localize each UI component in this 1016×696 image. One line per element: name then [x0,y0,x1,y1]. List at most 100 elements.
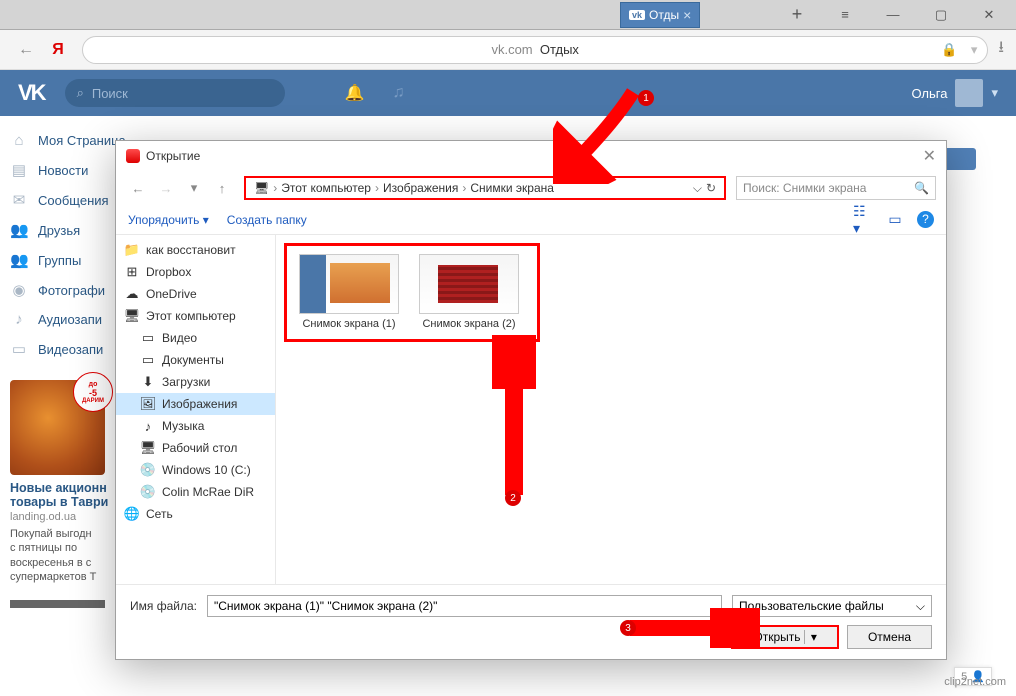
tree-item[interactable]: ♪ Музыка [116,415,275,437]
ad-placeholder [10,600,105,608]
dialog-bottom-bar: Имя файла: Пользовательские файлы ⌵ Откр… [116,584,946,659]
tree-item[interactable]: 🖼 Изображения [116,393,275,415]
browser-tab-bar: vk Отды × + ≡ — ▢ ✕ [0,0,1016,30]
browser-tab-active[interactable]: vk Отды × [620,2,700,28]
tree-item-label: Изображения [162,397,237,411]
tree-item-label: Музыка [162,419,204,433]
window-close-icon[interactable]: ✕ [974,0,1004,30]
tree-item[interactable]: ▭Видео [116,327,275,349]
nav-item-label: Сообщения [38,193,109,208]
file-thumbnail-icon [419,254,519,314]
pc-icon: 🖥 [254,181,269,195]
folder-tree: 📁как восстановит ⊞ Dropbox ☁OneDrive 🖥 Этот к… [116,235,276,584]
preview-pane-icon[interactable]: ▭ [885,211,905,229]
dialog-search-placeholder: Поиск: Снимки экрана [743,181,866,195]
tree-item[interactable]: ⬇ Загрузки [116,371,275,393]
tree-item[interactable]: 🌐Сеть [116,503,275,525]
nav-back-icon[interactable]: ← [12,36,40,64]
tree-item-label: Этот компьютер [146,309,236,323]
tree-item-label: Dropbox [146,265,191,279]
avatar [955,79,983,107]
file-list-area[interactable]: Снимок экрана (1) Снимок экрана (2) [276,235,946,584]
vk-search-input[interactable]: ⌕ Поиск [65,79,285,107]
tree-item-icon: 🖥 [124,308,140,324]
nav-item-label: Видеозапи [38,342,103,357]
watermark: clip2net.com [944,676,1006,688]
tree-item-icon: ⬇ [140,374,156,390]
dialog-search-input[interactable]: Поиск: Снимки экрана 🔍 [736,176,936,200]
tree-item[interactable]: 📁как восстановит [116,239,275,261]
tree-item-icon: ♪ [140,418,156,434]
tree-item-icon: ▭ [140,352,156,368]
window-maximize-icon[interactable]: ▢ [926,0,956,30]
nav-item-label: Аудиозапи [38,312,102,327]
nav-home-icon[interactable]: Я [44,36,72,64]
tree-item-icon: 🌐 [124,506,140,522]
tree-item[interactable]: 💿Windows 10 (C:) [116,459,275,481]
vk-logo-icon[interactable]: VK [18,80,45,106]
breadcrumb[interactable]: 🖥 › Этот компьютер › Изображения › Снимк… [244,176,726,200]
filename-input[interactable] [207,595,722,617]
tree-item[interactable]: 🖥 Этот компьютер [116,305,275,327]
file-item[interactable]: Снимок экрана (2) [415,254,523,331]
tree-item-label: Документы [162,353,224,367]
new-folder-button[interactable]: Создать папку [227,213,307,227]
filetype-dropdown[interactable]: Пользовательские файлы ⌵ [732,595,932,617]
nav-item-label: Новости [38,163,88,178]
refresh-icon[interactable]: ↻ [706,181,716,196]
dialog-toolbar: Упорядочить ▾ Создать папку ☷ ▾ ▭ ? [116,205,946,235]
file-item[interactable]: Снимок экрана (1) [295,254,403,331]
view-mode-icon[interactable]: ☷ ▾ [853,211,873,229]
nav-item-icon: ⌂ [10,132,28,149]
window-minimize-icon[interactable]: — [878,0,908,30]
cancel-button[interactable]: Отмена [847,625,932,649]
open-button[interactable]: Открыть ▾ [731,625,839,649]
vk-user-menu[interactable]: Ольга ▾ [911,79,998,107]
dialog-nav-row: ← → ▾ ↑ 🖥 › Этот компьютер › Изображения… [116,171,946,205]
organize-dropdown[interactable]: Упорядочить ▾ [128,213,209,227]
open-split-icon: ▾ [804,630,817,644]
nav-item-icon: ◉ [10,281,28,299]
tab-title-text: Отды [649,8,679,22]
file-label: Снимок экрана (1) [302,318,395,331]
tab-close-icon[interactable]: × [683,7,691,23]
tree-item-label: Рабочий стол [162,441,237,455]
breadcrumb-item[interactable]: Изображения [383,181,458,195]
chevron-down-icon: ⌵ [916,599,925,614]
dialog-recent-icon[interactable]: ▾ [182,176,206,200]
help-icon[interactable]: ? [917,211,934,228]
file-thumbnails-highlight: Снимок экрана (1) Снимок экрана (2) [284,243,540,342]
tree-item[interactable]: ☁OneDrive [116,283,275,305]
nav-item-icon: ▤ [10,161,28,179]
breadcrumb-item[interactable]: Этот компьютер [281,181,371,195]
dialog-back-icon[interactable]: ← [126,176,150,200]
nav-item-label: Моя Страница [38,133,126,148]
dialog-up-icon[interactable]: ↑ [210,176,234,200]
tree-item-icon: 🖥 [140,440,156,456]
music-icon[interactable]: ♫ [392,84,404,102]
search-icon: 🔍 [914,181,929,195]
address-dropdown-icon[interactable]: ▾ [971,42,978,58]
dialog-titlebar: Открытие ✕ [116,141,946,171]
tree-item-label: Windows 10 (C:) [162,463,251,477]
tree-item[interactable]: 🖥 Рабочий стол [116,437,275,459]
tree-item-icon: ⊞ [124,264,140,280]
nav-item-icon: 👥 [10,221,28,239]
tab-vk-badge: vk [629,10,645,20]
ad-image: до -5 ДАРИМ [10,380,105,475]
address-bar[interactable]: vk.com Отдых 🔒 ▾ [82,36,988,64]
chevron-down-icon: ▾ [991,85,998,101]
new-tab-button[interactable]: + [782,4,812,25]
bell-icon[interactable]: 🔔 [345,83,365,103]
breadcrumb-dropdown-icon[interactable]: ⌵ [693,181,702,196]
tree-item[interactable]: 💿Colin McRae DiR [116,481,275,503]
breadcrumb-item[interactable]: Снимки экрана [470,181,554,195]
tree-item[interactable]: ⊞ Dropbox [116,261,275,283]
tree-item[interactable]: ▭ Документы [116,349,275,371]
address-title: Отдых [540,42,579,57]
download-icon[interactable]: ⭳ [998,36,1004,63]
tree-item-icon: 🖼 [140,396,156,412]
tree-item-label: Загрузки [162,375,210,389]
dialog-close-icon[interactable]: ✕ [923,146,936,166]
browser-menu-icon[interactable]: ≡ [830,0,860,30]
